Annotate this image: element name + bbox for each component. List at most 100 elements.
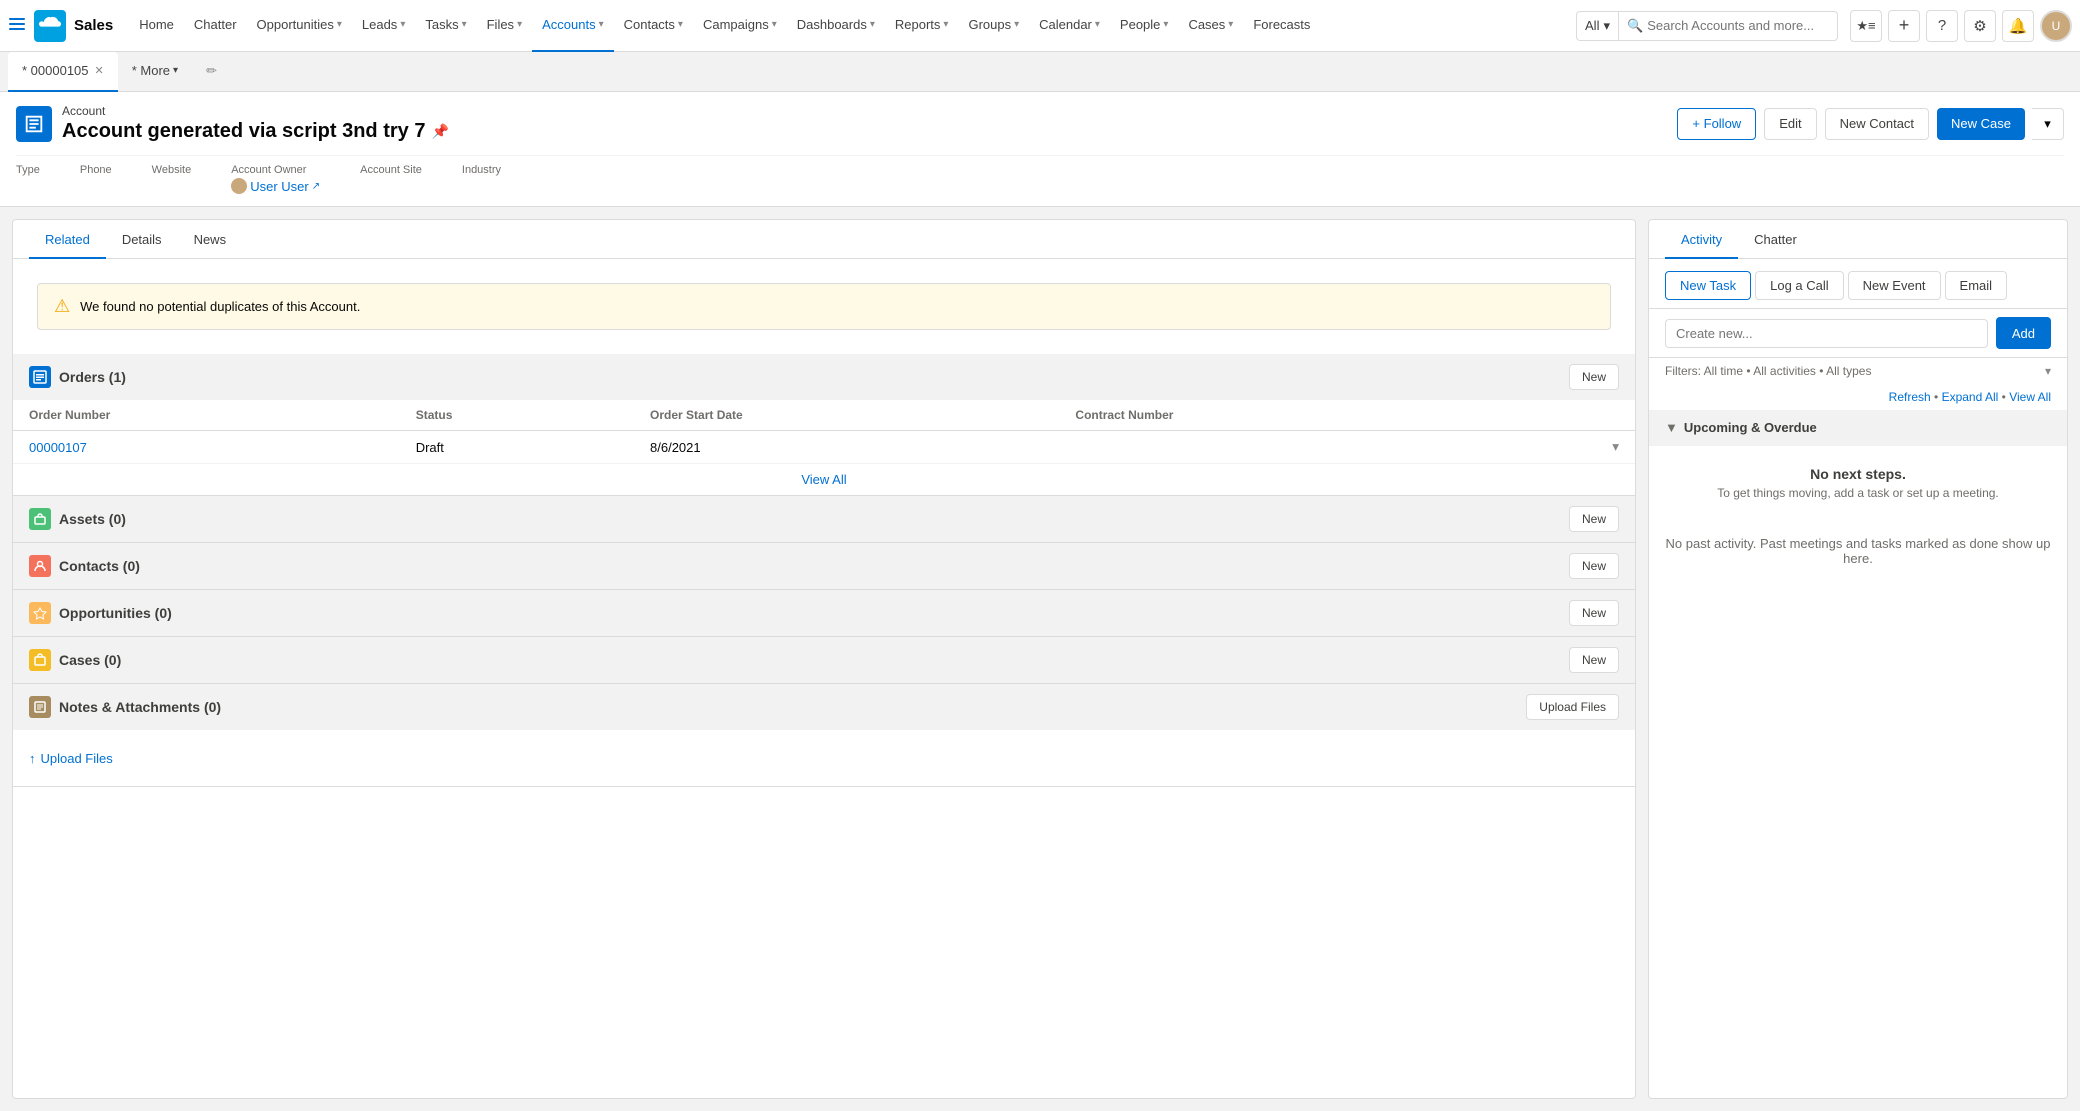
col-contract-number: Contract Number: [1059, 400, 1503, 431]
left-panel: Related Details News ⚠ We found no poten…: [12, 219, 1636, 1099]
nav-chatter[interactable]: Chatter: [184, 0, 247, 52]
cell-contract-number: [1059, 431, 1503, 464]
view-all-activity-link[interactable]: View All: [2009, 390, 2051, 404]
opportunities-section: Opportunities (0) New: [13, 590, 1635, 637]
search-scope-label: All: [1585, 18, 1599, 33]
filter-dropdown-icon[interactable]: ▾: [2045, 364, 2051, 378]
collapse-icon[interactable]: ▼: [1665, 420, 1678, 435]
field-website: Website: [152, 164, 192, 194]
tab-chatter[interactable]: Chatter: [1738, 220, 1813, 259]
owner-name: User User: [250, 179, 309, 194]
add-icon[interactable]: +: [1888, 10, 1920, 42]
alert-text: We found no potential duplicates of this…: [80, 299, 360, 314]
add-note-button[interactable]: Add: [1996, 317, 2051, 349]
right-panel-tabs: Activity Chatter: [1649, 220, 2067, 259]
notes-upload-area: ↑ Upload Files: [13, 730, 1635, 786]
no-steps-area: No next steps. To get things moving, add…: [1649, 446, 2067, 520]
header-actions: + Follow Edit New Contact New Case ▾: [1677, 108, 2064, 140]
contacts-section: Contacts (0) New: [13, 543, 1635, 590]
upcoming-section: ▼ Upcoming & Overdue No next steps. To g…: [1649, 410, 2067, 520]
field-owner-value: User User ↗: [231, 178, 320, 194]
notes-upload-files-button[interactable]: Upload Files: [1526, 694, 1619, 720]
nav-opportunities[interactable]: Opportunities ▾: [247, 0, 352, 52]
orders-table: Order Number Status Order Start Date Con…: [13, 400, 1635, 464]
nav-dashboards[interactable]: Dashboards ▾: [787, 0, 885, 52]
star-list-icon[interactable]: ★≡: [1850, 10, 1882, 42]
tab-activity[interactable]: Activity: [1665, 220, 1738, 259]
field-type-label: Type: [16, 164, 40, 176]
new-contact-button[interactable]: New Contact: [1825, 108, 1929, 140]
new-case-button[interactable]: New Case: [1937, 108, 2025, 140]
settings-icon[interactable]: ⚙: [1964, 10, 1996, 42]
nav-forecasts[interactable]: Forecasts: [1243, 0, 1320, 52]
nav-cases[interactable]: Cases ▾: [1178, 0, 1243, 52]
chevron-icon: ▾: [517, 19, 522, 30]
nav-groups[interactable]: Groups ▾: [958, 0, 1029, 52]
tab-customize[interactable]: ✏: [192, 52, 231, 92]
cases-new-button[interactable]: New: [1569, 647, 1619, 673]
help-icon[interactable]: ?: [1926, 10, 1958, 42]
nav-calendar[interactable]: Calendar ▾: [1029, 0, 1110, 52]
user-avatar[interactable]: U: [2040, 10, 2072, 42]
nav-accounts[interactable]: Accounts ▾: [532, 0, 614, 52]
notes-header-left: Notes & Attachments (0): [29, 696, 221, 718]
notes-upload-inline-button[interactable]: ↑ Upload Files: [29, 742, 113, 774]
nav-contacts[interactable]: Contacts ▾: [614, 0, 693, 52]
email-button[interactable]: Email: [1945, 271, 2008, 300]
field-type: Type: [16, 164, 40, 194]
row-action-dropdown-icon[interactable]: ▾: [1612, 439, 1619, 455]
page-header: Account Account generated via script 3nd…: [0, 92, 2080, 207]
expand-all-link[interactable]: Expand All: [1942, 390, 1999, 404]
cases-icon: [29, 649, 51, 671]
follow-button[interactable]: + Follow: [1677, 108, 1756, 140]
activity-actions: New Task Log a Call New Event Email: [1649, 259, 2067, 309]
tab-news[interactable]: News: [178, 220, 243, 259]
cell-row-actions: ▾: [1503, 431, 1635, 464]
contacts-new-button[interactable]: New: [1569, 553, 1619, 579]
field-phone: Phone: [80, 164, 112, 194]
tab-details[interactable]: Details: [106, 220, 178, 259]
new-event-button[interactable]: New Event: [1848, 271, 1941, 300]
search-scope-selector[interactable]: All ▾: [1576, 11, 1618, 41]
actions-dropdown-button[interactable]: ▾: [2032, 108, 2064, 140]
nav-files[interactable]: Files ▾: [477, 0, 532, 52]
tab-record[interactable]: * 00000105 ✕: [8, 52, 118, 92]
assets-new-button[interactable]: New: [1569, 506, 1619, 532]
left-panel-tabs: Related Details News: [13, 220, 1635, 259]
order-number-link[interactable]: 00000107: [29, 440, 87, 455]
assets-icon: [29, 508, 51, 530]
chevron-icon: ▾: [462, 19, 467, 30]
cases-section: Cases (0) New: [13, 637, 1635, 684]
orders-view-all-link[interactable]: View All: [801, 472, 846, 487]
notes-title: Notes & Attachments (0): [59, 699, 221, 715]
account-object-icon: [16, 106, 52, 142]
chevron-icon: ▾: [1228, 19, 1233, 30]
nav-people[interactable]: People ▾: [1110, 0, 1179, 52]
nav-home[interactable]: Home: [129, 0, 184, 52]
tab-related[interactable]: Related: [29, 220, 106, 259]
salesforce-logo[interactable]: [34, 10, 66, 42]
opportunities-new-button[interactable]: New: [1569, 600, 1619, 626]
nav-leads[interactable]: Leads ▾: [352, 0, 415, 52]
pin-icon[interactable]: 📌: [431, 123, 448, 140]
tab-more[interactable]: * More ▾: [118, 52, 192, 92]
log-call-button[interactable]: Log a Call: [1755, 271, 1844, 300]
nav-tasks[interactable]: Tasks ▾: [415, 0, 476, 52]
tab-close-icon[interactable]: ✕: [95, 64, 104, 77]
nav-campaigns[interactable]: Campaigns ▾: [693, 0, 787, 52]
new-task-button[interactable]: New Task: [1665, 271, 1751, 300]
cell-start-date: 8/6/2021: [634, 431, 1059, 464]
create-note-input[interactable]: [1665, 319, 1988, 348]
account-owner-link[interactable]: User User ↗: [231, 178, 320, 194]
hamburger-icon[interactable]: [8, 15, 26, 36]
orders-new-button[interactable]: New: [1569, 364, 1619, 390]
field-website-label: Website: [152, 164, 192, 176]
nav-reports[interactable]: Reports ▾: [885, 0, 959, 52]
bell-icon[interactable]: 🔔: [2002, 10, 2034, 42]
chevron-icon: ▾: [1163, 19, 1168, 30]
upcoming-title: Upcoming & Overdue: [1684, 420, 1817, 435]
search-input[interactable]: [1647, 18, 1829, 33]
edit-button[interactable]: Edit: [1764, 108, 1816, 140]
notes-header: Notes & Attachments (0) Upload Files: [13, 684, 1635, 730]
refresh-link[interactable]: Refresh: [1889, 390, 1931, 404]
